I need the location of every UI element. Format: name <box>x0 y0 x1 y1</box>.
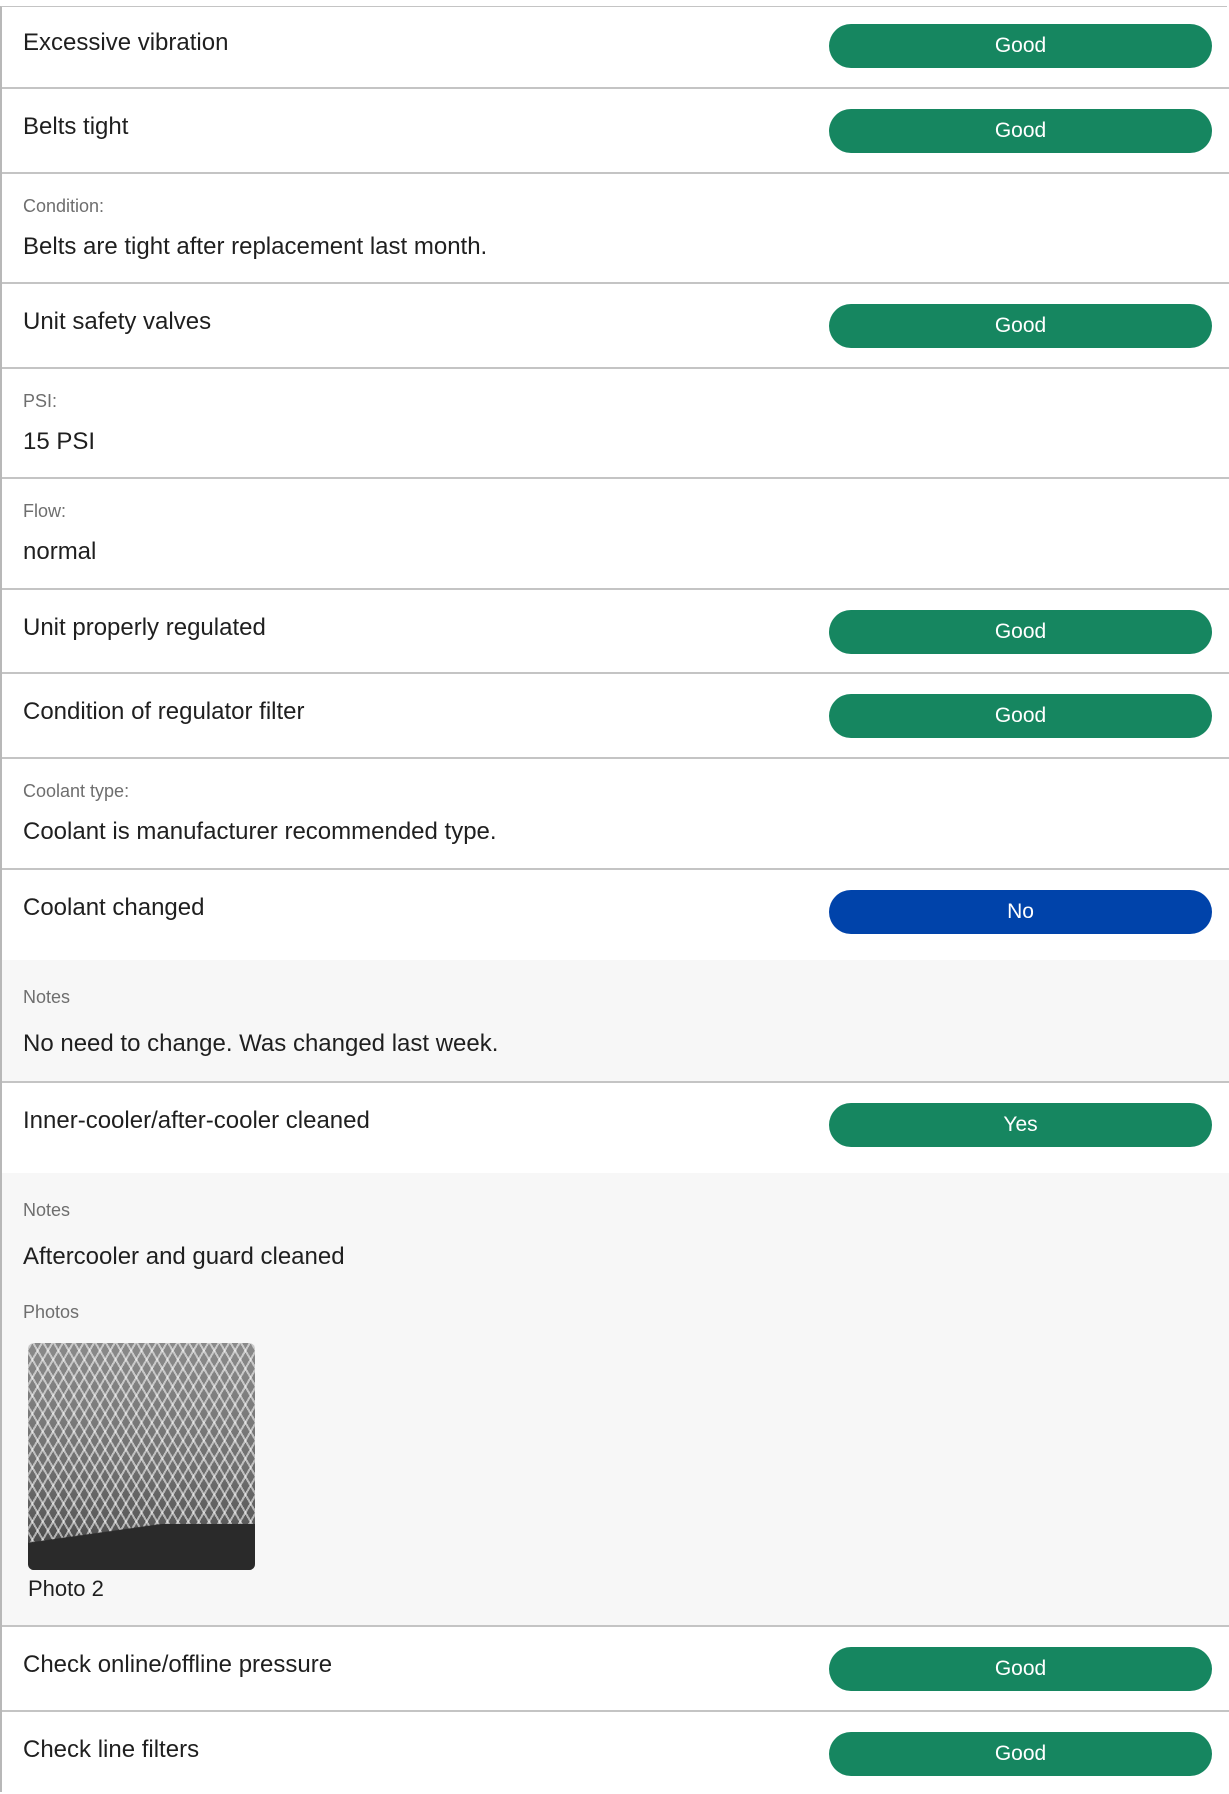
checklist-row: Excessive vibration Good <box>2 6 1229 89</box>
checklist-row: Condition of regulator filter Good <box>2 672 1229 759</box>
item-label: Coolant changed <box>23 894 205 921</box>
status-button-good[interactable]: Good <box>829 1732 1212 1776</box>
item-label: Unit safety valves <box>23 308 212 335</box>
item-label: Check line filters <box>23 1736 200 1763</box>
item-label: Check online/offline pressure <box>23 1651 333 1678</box>
item-label: Unit properly regulated <box>23 614 266 641</box>
field-row: Coolant type: Coolant is manufacturer re… <box>2 757 1229 869</box>
status-button-good[interactable]: Good <box>829 24 1212 68</box>
field-row: PSI: 15 PSI <box>2 367 1229 478</box>
field-label: Condition: <box>23 196 105 216</box>
field-label: Coolant type: <box>23 781 130 801</box>
item-label: Belts tight <box>23 113 129 140</box>
status-button-good[interactable]: Good <box>829 1647 1212 1691</box>
notes-text: Aftercooler and guard cleaned <box>23 1243 345 1270</box>
photo-thumbnail[interactable] <box>28 1343 255 1570</box>
field-label: Flow: <box>23 501 67 521</box>
checklist-row: Belts tight Good <box>2 87 1229 174</box>
item-label: Inner-cooler/after-cooler cleaned <box>23 1107 370 1134</box>
checklist-row: Unit safety valves Good <box>2 282 1229 369</box>
photos-label: Photos <box>23 1302 80 1322</box>
notes-label: Notes <box>23 1200 71 1220</box>
status-button-good[interactable]: Good <box>829 109 1212 153</box>
field-value: Coolant is manufacturer recommended type… <box>23 818 497 845</box>
notes-text: No need to change. Was changed last week… <box>23 1030 499 1057</box>
photo-caption: Photo 2 <box>28 1576 104 1601</box>
field-label: PSI: <box>23 391 58 411</box>
checklist-row: Unit properly regulated Good <box>2 588 1229 675</box>
field-row: Flow: normal <box>2 477 1229 588</box>
inspection-checklist: Excessive vibration Good Belts tight Goo… <box>0 0 1229 1794</box>
checklist-row: Inner-cooler/after-cooler cleaned Yes <box>2 1081 1229 1175</box>
status-button-yes[interactable]: Yes <box>829 1103 1212 1147</box>
notes-section: Notes Aftercooler and guard cleaned Phot… <box>2 1173 1229 1626</box>
field-value: 15 PSI <box>23 428 96 455</box>
status-button-good[interactable]: Good <box>829 694 1212 738</box>
status-button-good[interactable]: Good <box>829 304 1212 348</box>
field-value: normal <box>23 538 97 565</box>
field-row: Condition: Belts are tight after replace… <box>2 172 1229 282</box>
checklist-row: Check online/offline pressure Good <box>2 1625 1229 1711</box>
notes-section: Notes No need to change. Was changed las… <box>2 960 1229 1082</box>
checklist-row: Check line filters Good <box>2 1710 1229 1794</box>
checklist-row: Coolant changed No <box>2 868 1229 962</box>
item-label: Excessive vibration <box>23 29 229 56</box>
notes-label: Notes <box>23 987 71 1007</box>
status-button-good[interactable]: Good <box>829 610 1212 654</box>
item-label: Condition of regulator filter <box>23 698 305 725</box>
status-button-no[interactable]: No <box>829 890 1212 934</box>
field-value: Belts are tight after replacement last m… <box>23 233 488 260</box>
